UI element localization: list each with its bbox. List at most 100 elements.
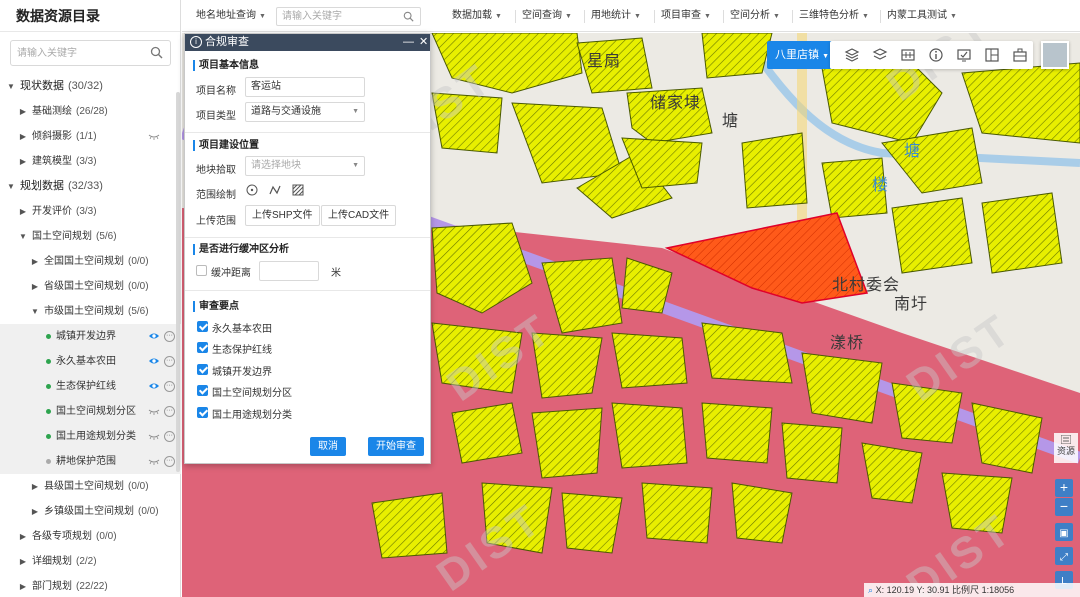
menu-6[interactable]: 内蒙工具测试 ▼: [887, 0, 957, 32]
tree-item[interactable]: ▶ 建筑模型 (3/3): [0, 149, 181, 174]
split-view-icon[interactable]: [984, 47, 1000, 63]
tree-item[interactable]: ▶ 各级专项规划 (0/0): [0, 524, 181, 549]
caret-right-icon[interactable]: ▶: [30, 249, 40, 274]
tree-item[interactable]: 永久基本农田 ···: [0, 349, 181, 374]
tree-item[interactable]: ▼ 规划数据 (32/33): [0, 174, 181, 199]
caret-down-icon[interactable]: ▼: [6, 174, 16, 199]
tree-item[interactable]: 国土用途规划分类 ···: [0, 424, 181, 449]
project-name-input[interactable]: 客运站: [245, 77, 365, 97]
caret-down-icon[interactable]: ▼: [30, 299, 40, 324]
menu-3[interactable]: 项目审查 ▼: [661, 0, 711, 32]
caret-right-icon[interactable]: ▶: [30, 474, 40, 499]
more-icon[interactable]: ···: [164, 431, 175, 442]
measure-icon[interactable]: [900, 47, 916, 63]
menu-5[interactable]: 三维特色分析 ▼: [799, 0, 869, 32]
tree-item[interactable]: ▼ 国土空间规划 (5/6): [0, 224, 181, 249]
project-name-label: 项目名称: [196, 86, 236, 97]
caret-right-icon[interactable]: ▶: [30, 499, 40, 524]
draw-line-icon[interactable]: [268, 183, 282, 197]
cancel-button[interactable]: 取消: [310, 437, 346, 456]
tree-item[interactable]: ▶ 省级国土空间规划 (0/0): [0, 274, 181, 299]
caret-right-icon[interactable]: ▶: [18, 199, 28, 224]
tree-item[interactable]: ▶ 部门规划 (22/22): [0, 574, 181, 597]
caret-right-icon[interactable]: ▶: [18, 99, 28, 124]
project-type-select[interactable]: 道路与交通设施 ▼: [245, 102, 365, 122]
review-checkbox[interactable]: [197, 342, 208, 353]
caret-right-icon[interactable]: ▶: [18, 524, 28, 549]
caret-down-icon[interactable]: ▼: [6, 74, 16, 99]
catalog-search-input[interactable]: [11, 41, 141, 65]
tree-item[interactable]: ▶ 乡镇级国土空间规划 (0/0): [0, 499, 181, 524]
tree-item[interactable]: ▼ 现状数据 (30/32): [0, 74, 181, 99]
parcel-pick-select[interactable]: 请选择地块 ▼: [245, 156, 365, 176]
fullscreen-button[interactable]: ⤢: [1055, 547, 1073, 565]
zoom-out-button[interactable]: −: [1055, 498, 1073, 516]
tree-item[interactable]: ▶ 基础测绘 (26/28): [0, 99, 181, 124]
minimize-button[interactable]: —: [403, 34, 414, 51]
more-icon[interactable]: ···: [164, 406, 175, 417]
more-icon[interactable]: ···: [164, 356, 175, 367]
menu-2[interactable]: 用地统计 ▼: [591, 0, 641, 32]
tree-item[interactable]: ▼ 市级国土空间规划 (5/6): [0, 299, 181, 324]
menu-0[interactable]: 数据加载 ▼: [452, 0, 502, 32]
caret-down-icon[interactable]: ▼: [18, 224, 28, 249]
toolbox-icon[interactable]: [1012, 47, 1028, 63]
tree-item[interactable]: ▶ 全国国土空间规划 (0/0): [0, 249, 181, 274]
caret-right-icon[interactable]: ▶: [18, 549, 28, 574]
menu-1[interactable]: 空间查询 ▼: [522, 0, 572, 32]
start-review-button[interactable]: 开始审查: [368, 437, 424, 456]
screen-check-icon[interactable]: [956, 47, 972, 63]
zoom-in-button[interactable]: +: [1055, 479, 1073, 497]
search-icon[interactable]: [403, 11, 414, 22]
eye-closed-icon[interactable]: [148, 406, 160, 416]
basemap-thumbnail[interactable]: [1041, 41, 1069, 69]
dialog-title-bar[interactable]: i 合规审查 — ✕: [185, 34, 430, 51]
top-search-input[interactable]: [277, 8, 397, 25]
eye-icon[interactable]: [148, 356, 160, 366]
caret-right-icon[interactable]: ▶: [18, 574, 28, 597]
draw-polygon-icon[interactable]: [291, 183, 305, 197]
buffer-checkbox[interactable]: [196, 265, 207, 276]
menu-4[interactable]: 空间分析 ▼: [730, 0, 780, 32]
draw-point-icon[interactable]: [245, 183, 259, 197]
town-selector-button[interactable]: 八里店镇 ▼: [767, 41, 837, 69]
tree-item[interactable]: 耕地保护范围 ···: [0, 449, 181, 474]
more-icon[interactable]: ···: [164, 456, 175, 467]
catalog-scrollbar[interactable]: [176, 92, 180, 472]
layer-stack-icon[interactable]: [872, 47, 888, 63]
tree-item[interactable]: 城镇开发边界 ···: [0, 324, 181, 349]
search-icon[interactable]: [150, 46, 163, 59]
tree-item[interactable]: ▶ 县级国土空间规划 (0/0): [0, 474, 181, 499]
eye-closed-icon[interactable]: [148, 431, 160, 441]
buffer-distance-input[interactable]: [259, 261, 319, 281]
more-icon[interactable]: ···: [164, 331, 175, 342]
review-checkbox[interactable]: [197, 385, 208, 396]
eye-closed-icon[interactable]: [148, 131, 160, 141]
eye-closed-icon[interactable]: [148, 456, 160, 466]
layers-icon[interactable]: [844, 47, 860, 63]
resource-button[interactable]: 资源: [1054, 433, 1078, 463]
tree-item-count: (3/3): [76, 156, 97, 167]
close-button[interactable]: ✕: [419, 34, 428, 51]
upload-cad-button[interactable]: 上传CAD文件: [321, 205, 397, 226]
info-icon[interactable]: [928, 47, 944, 63]
caret-right-icon[interactable]: ▶: [30, 274, 40, 299]
caret-right-icon[interactable]: ▶: [18, 149, 28, 174]
review-checkbox[interactable]: [197, 407, 208, 418]
review-checkbox[interactable]: [197, 364, 208, 375]
eye-icon[interactable]: [148, 331, 160, 341]
tree-item[interactable]: ▶ 开发评价 (3/3): [0, 199, 181, 224]
more-icon[interactable]: ···: [164, 381, 175, 392]
upload-shp-button[interactable]: 上传SHP文件: [245, 205, 320, 226]
location-query-dropdown[interactable]: 地名地址查询 ▼: [196, 0, 266, 32]
review-checkbox[interactable]: [197, 321, 208, 332]
tree-item[interactable]: 国土空间规划分区 ···: [0, 399, 181, 424]
tree-item[interactable]: 生态保护红线 ···: [0, 374, 181, 399]
eye-icon[interactable]: [148, 381, 160, 391]
tree-item[interactable]: ▶ 倾斜摄影 (1/1): [0, 124, 181, 149]
catalog-search-box[interactable]: [10, 40, 171, 66]
tree-item[interactable]: ▶ 详细规划 (2/2): [0, 549, 181, 574]
full-extent-button[interactable]: ▣: [1055, 523, 1073, 541]
top-search-box[interactable]: [276, 7, 421, 26]
caret-right-icon[interactable]: ▶: [18, 124, 28, 149]
